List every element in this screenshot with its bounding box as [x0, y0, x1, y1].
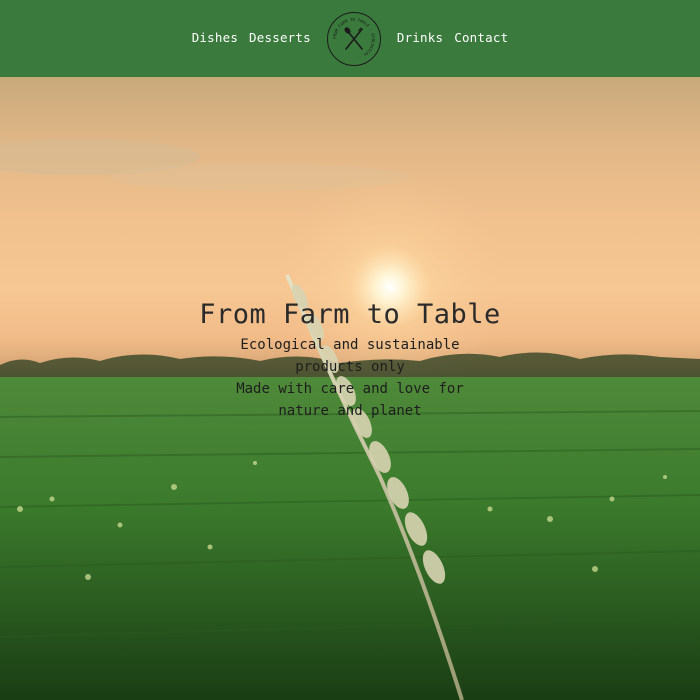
hero-subtitle-line2: Made with care and love for nature and p… [236, 381, 464, 419]
nav-left-group: Dishes Desserts [192, 32, 311, 45]
nav-link-drinks[interactable]: Drinks [397, 32, 443, 45]
hero-title: From Farm to Table [199, 299, 501, 330]
hero-text-block: From Farm to Table Ecological and sustai… [0, 299, 700, 422]
hero-section: From Farm to Table Ecological and sustai… [0, 77, 700, 700]
nav-link-desserts[interactable]: Desserts [249, 32, 311, 45]
hero-subtitle-line1: Ecological and sustainable products only [240, 337, 460, 375]
logo[interactable]: FROM FARM TO TABLE · ECOLOGICAL · [326, 11, 381, 66]
nav-link-contact[interactable]: Contact [454, 32, 508, 45]
fork-spoon-icon: FROM FARM TO TABLE · ECOLOGICAL · [332, 16, 376, 59]
nav-right-group: Drinks Contact [397, 32, 508, 45]
navbar: Dishes Desserts FROM FARM TO TABLE · ECO… [0, 0, 700, 77]
nav-link-dishes[interactable]: Dishes [192, 32, 238, 45]
